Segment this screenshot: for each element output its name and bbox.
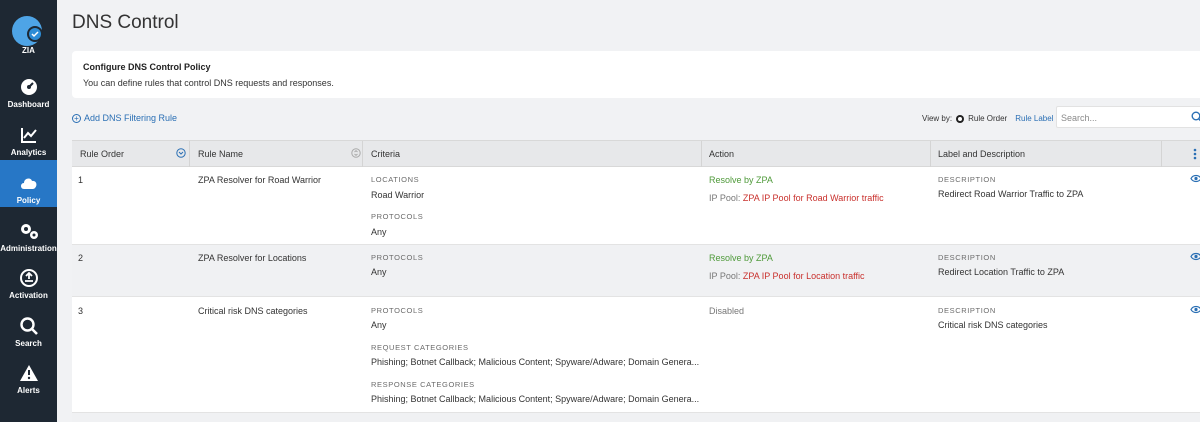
table-row[interactable]: 2 ZPA Resolver for Locations PROTOCOLS A… bbox=[72, 245, 1200, 297]
col-divider bbox=[189, 141, 190, 167]
col-divider bbox=[930, 141, 931, 167]
description-label: DESCRIPTION bbox=[938, 306, 996, 315]
nav-alerts[interactable]: Alerts bbox=[0, 362, 57, 398]
criteria-value: Any bbox=[371, 320, 387, 330]
policy-info-card: Configure DNS Control Policy You can def… bbox=[72, 51, 1200, 98]
rule-order: 3 bbox=[78, 306, 84, 316]
col-label-description[interactable]: Label and Description bbox=[938, 149, 1025, 159]
table-row[interactable]: 3 Critical risk DNS categories PROTOCOLS… bbox=[72, 297, 1200, 413]
nav-administration-label: Administration bbox=[0, 244, 57, 253]
nav-administration[interactable]: Administration bbox=[0, 220, 57, 256]
sort-chevron-icon[interactable] bbox=[176, 148, 186, 158]
action-value: Resolve by ZPA bbox=[709, 175, 773, 185]
rule-name: ZPA Resolver for Locations bbox=[198, 253, 307, 263]
criteria-label: RESPONSE CATEGORIES bbox=[371, 380, 475, 389]
criteria-value: Road Warrior bbox=[371, 190, 425, 200]
ip-pool-value: ZPA IP Pool for Location traffic bbox=[742, 271, 865, 281]
sort-neutral-icon[interactable] bbox=[351, 148, 361, 158]
description-value: Redirect Road Warrior Traffic to ZPA bbox=[938, 189, 1084, 199]
search-placeholder: Search... bbox=[1061, 113, 1098, 123]
page-title: DNS Control bbox=[72, 12, 179, 33]
nav-search-label: Search bbox=[15, 339, 42, 348]
criteria-value: Phishing; Botnet Callback; Malicious Con… bbox=[371, 394, 700, 404]
view-eye-icon[interactable] bbox=[1190, 174, 1200, 183]
criteria-label: LOCATIONS bbox=[371, 175, 420, 184]
nav-activation[interactable]: Activation bbox=[0, 267, 57, 303]
nav-activation-label: Activation bbox=[9, 291, 48, 300]
ip-pool: IP Pool: ZPA IP Pool for Location traffi… bbox=[709, 271, 864, 281]
description-label: DESCRIPTION bbox=[938, 175, 996, 184]
description-value: Critical risk DNS categories bbox=[938, 320, 1048, 330]
search-icon[interactable] bbox=[1191, 111, 1200, 123]
rule-order: 1 bbox=[78, 175, 84, 185]
col-divider bbox=[362, 141, 363, 167]
view-by-label: View by: bbox=[922, 114, 953, 123]
view-eye-icon[interactable] bbox=[1190, 305, 1200, 314]
action-value: Resolve by ZPA bbox=[709, 253, 773, 263]
criteria-label: REQUEST CATEGORIES bbox=[371, 343, 469, 352]
criteria-label: PROTOCOLS bbox=[371, 253, 424, 262]
nav-analytics[interactable]: Analytics bbox=[0, 124, 57, 160]
criteria-value: Any bbox=[371, 267, 387, 277]
check-badge-icon bbox=[27, 26, 43, 42]
search-icon bbox=[19, 317, 38, 335]
col-criteria[interactable]: Criteria bbox=[371, 149, 400, 159]
description-value: Redirect Location Traffic to ZPA bbox=[938, 267, 1065, 277]
view-by-rule-label[interactable]: Rule Label bbox=[1015, 114, 1053, 123]
card-text: You can define rules that control DNS re… bbox=[83, 78, 334, 88]
criteria-label: PROTOCOLS bbox=[371, 212, 424, 221]
action-value: Disabled bbox=[709, 306, 745, 316]
col-divider bbox=[701, 141, 702, 167]
view-by-toggle: View by: Rule Order Rule Label bbox=[922, 114, 1053, 123]
nav-policy-label: Policy bbox=[16, 196, 41, 205]
view-by-rule-order[interactable]: Rule Order bbox=[968, 114, 1007, 123]
dashboard-icon bbox=[20, 79, 37, 95]
zia-label: ZIA bbox=[22, 46, 35, 55]
nav-search[interactable]: Search bbox=[0, 315, 57, 351]
add-rule-label: Add DNS Filtering Rule bbox=[84, 113, 178, 123]
alert-icon bbox=[19, 365, 38, 381]
card-title: Configure DNS Control Policy bbox=[83, 62, 211, 72]
analytics-icon bbox=[20, 128, 37, 143]
nav-policy[interactable]: Policy bbox=[0, 160, 57, 207]
column-menu-icon[interactable] bbox=[1193, 148, 1197, 160]
view-eye-icon[interactable] bbox=[1190, 252, 1200, 261]
col-action[interactable]: Action bbox=[709, 149, 734, 159]
description-label: DESCRIPTION bbox=[938, 253, 996, 262]
rule-name: ZPA Resolver for Road Warrior bbox=[198, 175, 322, 185]
nav-dashboard[interactable]: Dashboard bbox=[0, 76, 57, 112]
ip-pool: IP Pool: ZPA IP Pool for Road Warrior tr… bbox=[709, 193, 884, 203]
criteria-value: Any bbox=[371, 227, 387, 237]
criteria-value: Phishing; Botnet Callback; Malicious Con… bbox=[371, 357, 700, 367]
rule-name: Critical risk DNS categories bbox=[198, 306, 308, 316]
criteria-label: PROTOCOLS bbox=[371, 306, 424, 315]
nav-alerts-label: Alerts bbox=[17, 386, 40, 395]
sidebar: ZIA Dashboard Analytics Policy Administr… bbox=[0, 0, 57, 422]
radio-selected-icon[interactable] bbox=[956, 114, 965, 123]
plus-circle-icon: + bbox=[72, 113, 81, 123]
rule-order: 2 bbox=[78, 253, 84, 263]
ip-pool-value: ZPA IP Pool for Road Warrior traffic bbox=[742, 193, 884, 203]
search-input[interactable]: Search... bbox=[1056, 106, 1200, 128]
table-row[interactable] bbox=[72, 413, 1200, 422]
gears-icon bbox=[20, 224, 38, 239]
activation-icon bbox=[19, 269, 38, 287]
nav-dashboard-label: Dashboard bbox=[7, 100, 50, 109]
col-divider bbox=[1161, 141, 1162, 167]
col-rule-order[interactable]: Rule Order bbox=[80, 149, 124, 159]
main-content: DNS Control Configure DNS Control Policy… bbox=[57, 0, 1200, 422]
table-row[interactable]: 1 ZPA Resolver for Road Warrior LOCATION… bbox=[72, 167, 1200, 245]
add-dns-rule-button[interactable]: + Add DNS Filtering Rule bbox=[72, 113, 177, 123]
cloud-icon bbox=[20, 178, 36, 189]
nav-analytics-label: Analytics bbox=[10, 148, 47, 157]
ip-pool-label: IP Pool: bbox=[709, 271, 741, 281]
ip-pool-label: IP Pool: bbox=[709, 193, 741, 203]
table-header: Rule Order Rule Name Criteria Action Lab… bbox=[72, 140, 1200, 167]
col-rule-name[interactable]: Rule Name bbox=[198, 149, 243, 159]
